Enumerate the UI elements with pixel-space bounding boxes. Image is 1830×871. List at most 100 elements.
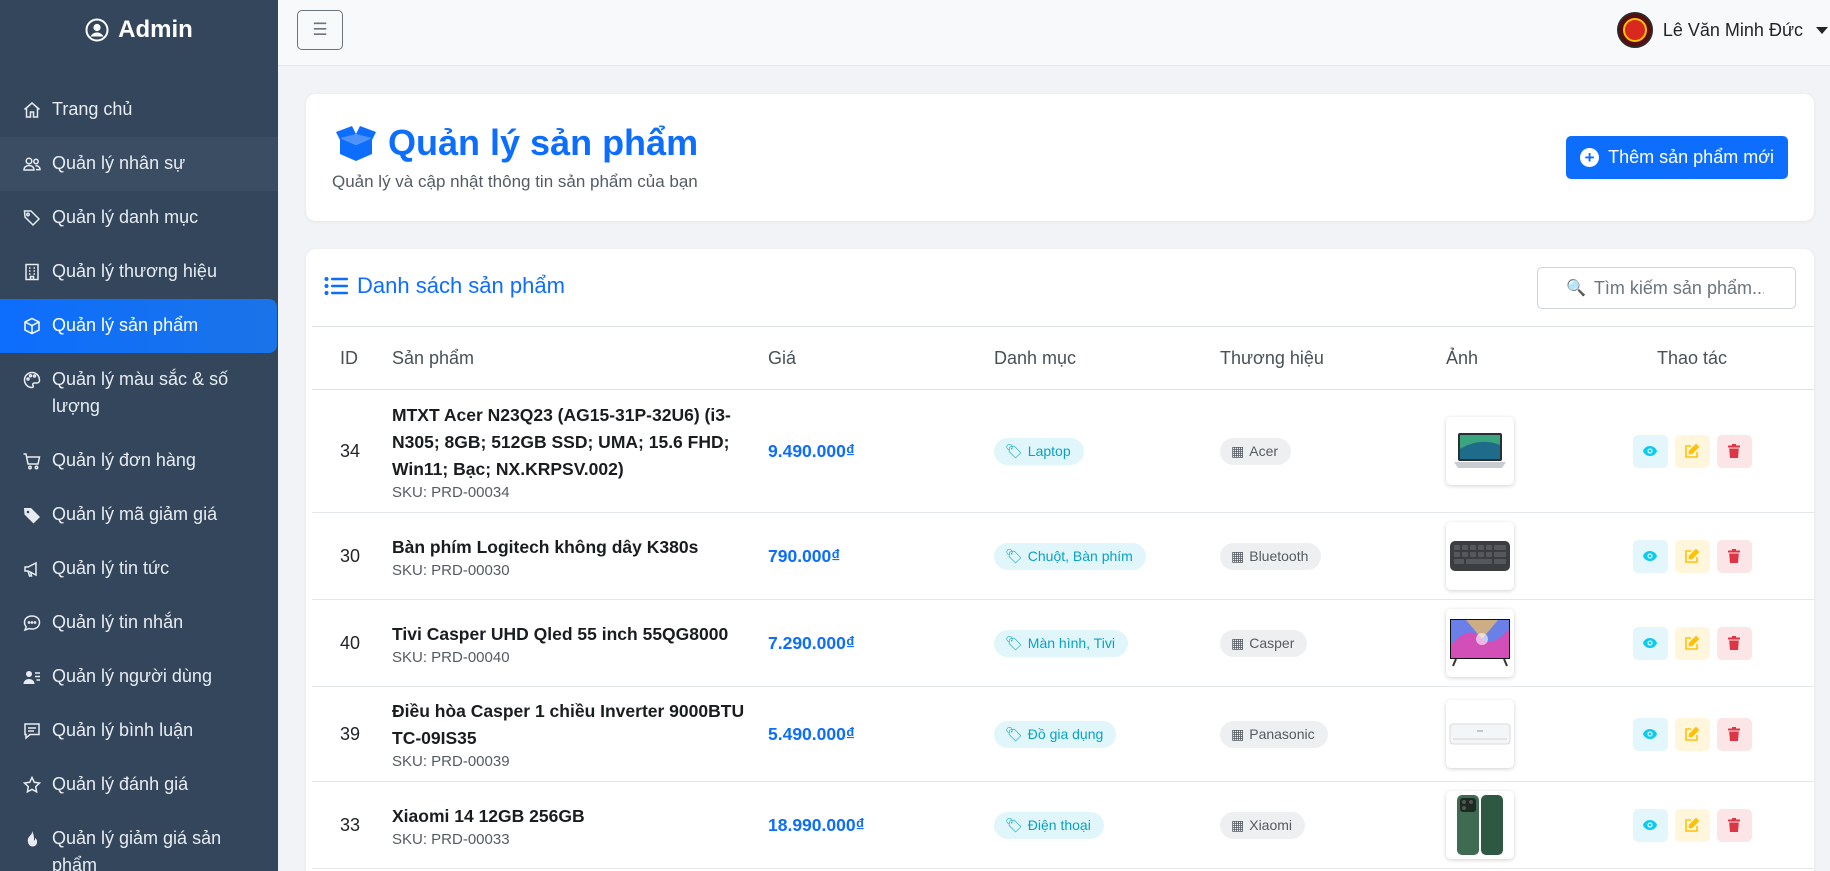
user-list-icon: [22, 667, 42, 687]
delete-button[interactable]: [1716, 434, 1752, 468]
product-sku: SKU: PRD-00030: [392, 561, 510, 579]
tag-icon: 🏷: [1005, 725, 1023, 742]
page-title: Quản lý sản phẩm: [334, 122, 698, 164]
brand-badge: ▦ Panasonic: [1220, 720, 1328, 748]
brand-label: Casper: [1249, 635, 1295, 651]
category-badge: 🏷 Điện thoại: [994, 811, 1104, 839]
table-row: 30 Bàn phím Logitech không dây K380s SKU…: [312, 513, 1814, 600]
sidebar-item-news[interactable]: Quản lý tin tức: [0, 542, 278, 596]
edit-icon: [1685, 726, 1700, 741]
sidebar-menu: Trang chủ Quản lý nhân sự Quản lý danh m…: [0, 83, 278, 871]
edit-button[interactable]: [1674, 434, 1710, 468]
cart-icon: [22, 451, 42, 471]
row-id: 39: [340, 723, 361, 744]
brand-badge: ▦ Bluetooth: [1220, 542, 1322, 570]
column-header-brand: Thương hiệu: [1220, 347, 1324, 368]
product-name: Xiaomi 14 12GB 256GB: [392, 805, 585, 826]
sidebar-item-product-discounts[interactable]: Quản lý giảm giá sản phẩm: [0, 812, 278, 871]
category-label: Chuột, Bàn phím: [1027, 548, 1133, 564]
delete-button[interactable]: [1716, 539, 1752, 573]
product-thumbnail[interactable]: [1446, 609, 1514, 677]
row-product: MTXT Acer N23Q23 (AG15-31P-32U6) (i3-N30…: [392, 402, 768, 501]
sidebar-item-label: Quản lý tin nhắn: [52, 612, 184, 632]
delete-button[interactable]: [1716, 626, 1752, 660]
box-icon: [22, 316, 42, 336]
page-title-text: Quản lý sản phẩm: [388, 122, 699, 163]
box-open-icon: [336, 126, 376, 161]
brand[interactable]: Admin: [0, 0, 278, 60]
sidebar-item-messages[interactable]: Quản lý tin nhắn: [0, 596, 278, 650]
product-list-card: Danh sách sản phẩm 🔍 ID Sản phẩm Giá Dan…: [306, 249, 1814, 871]
list-icon: [324, 277, 348, 295]
trash-icon: [1728, 636, 1740, 650]
row-id: 30: [340, 545, 361, 566]
sidebar-item-home[interactable]: Trang chủ: [0, 83, 278, 137]
sidebar-item-staff[interactable]: Quản lý nhân sự: [0, 137, 278, 191]
edit-button[interactable]: [1674, 717, 1710, 751]
sidebar-item-comments[interactable]: Quản lý bình luận: [0, 704, 278, 758]
product-thumbnail[interactable]: [1446, 522, 1514, 590]
column-header-price: Giá: [768, 347, 797, 368]
sidebar-item-label: Quản lý giảm giá sản phẩm: [52, 828, 222, 871]
add-product-button[interactable]: + Thêm sản phẩm mới: [1566, 136, 1788, 179]
row-actions: [1632, 626, 1752, 660]
row-id: 33: [340, 814, 361, 835]
sidebar-item-coupons[interactable]: Quản lý mã giảm giá: [0, 488, 278, 542]
category-label: Đồ gia dụng: [1027, 726, 1104, 742]
delete-button[interactable]: [1716, 808, 1752, 842]
product-name: Bàn phím Logitech không dây K380s: [392, 536, 699, 557]
user-circle-icon: [85, 18, 109, 42]
sidebar-item-categories[interactable]: Quản lý danh mục: [0, 191, 278, 245]
search-input[interactable]: [1593, 277, 1764, 299]
user-name: Lê Văn Minh Đức: [1662, 19, 1803, 40]
brand-badge: ▦ Acer: [1220, 437, 1292, 465]
air-conditioner-image: [1449, 723, 1511, 745]
product-price: 9.490.000₫: [768, 440, 855, 461]
edit-icon: [1685, 548, 1700, 563]
view-button[interactable]: [1632, 539, 1668, 573]
brand-badge: ▦ Xiaomi: [1220, 811, 1306, 839]
delete-button[interactable]: [1716, 717, 1752, 751]
avatar: [1616, 12, 1653, 48]
sidebar-item-colors[interactable]: Quản lý màu sắc & số lượng: [0, 353, 278, 434]
product-thumbnail[interactable]: [1446, 791, 1514, 859]
add-product-label: Thêm sản phẩm mới: [1608, 147, 1774, 167]
category-label: Điện thoại: [1027, 817, 1091, 833]
view-button[interactable]: [1632, 717, 1668, 751]
category-badge: 🏷 Chuột, Bàn phím: [994, 542, 1146, 570]
column-header-image: Ảnh: [1446, 347, 1479, 368]
sidebar-item-label: Trang chủ: [52, 99, 133, 119]
view-button[interactable]: [1632, 434, 1668, 468]
building-icon: ▦: [1231, 547, 1245, 564]
view-button[interactable]: [1632, 808, 1668, 842]
brand-label: Admin: [118, 16, 193, 43]
edit-button[interactable]: [1674, 808, 1710, 842]
sidebar-item-products[interactable]: Quản lý sản phẩm: [0, 299, 277, 353]
tag-icon: [22, 505, 42, 525]
sidebar-toggle-button[interactable]: ☰: [297, 10, 343, 50]
tag-icon: 🏷: [1005, 816, 1023, 833]
row-actions: [1632, 717, 1752, 751]
sidebar-item-reviews[interactable]: Quản lý đánh giá: [0, 758, 278, 812]
tv-image: [1450, 619, 1510, 667]
category-label: Màn hình, Tivi: [1027, 635, 1115, 651]
phone-image: [1457, 795, 1503, 855]
megaphone-icon: [22, 559, 42, 579]
sidebar-item-orders[interactable]: Quản lý đơn hàng: [0, 434, 278, 488]
product-thumbnail[interactable]: [1446, 417, 1514, 485]
product-thumbnail[interactable]: [1446, 700, 1514, 768]
building-icon: ▦: [1231, 634, 1245, 651]
user-menu[interactable]: Lê Văn Minh Đức: [1616, 10, 1830, 50]
edit-button[interactable]: [1674, 539, 1710, 573]
sidebar-item-users[interactable]: Quản lý người dùng: [0, 650, 278, 704]
column-header-actions: Thao tác: [1606, 348, 1814, 369]
view-button[interactable]: [1632, 626, 1668, 660]
plus-circle-icon: +: [1580, 148, 1600, 167]
row-actions: [1632, 539, 1752, 573]
sidebar-item-brands[interactable]: Quản lý thương hiệu: [0, 245, 278, 299]
eye-icon: [1643, 446, 1657, 456]
table-row: 33 Xiaomi 14 12GB 256GB SKU: PRD-00033 1…: [312, 782, 1814, 869]
sidebar-item-label: Quản lý danh mục: [52, 207, 199, 227]
edit-button[interactable]: [1674, 626, 1710, 660]
building-icon: [22, 262, 42, 282]
